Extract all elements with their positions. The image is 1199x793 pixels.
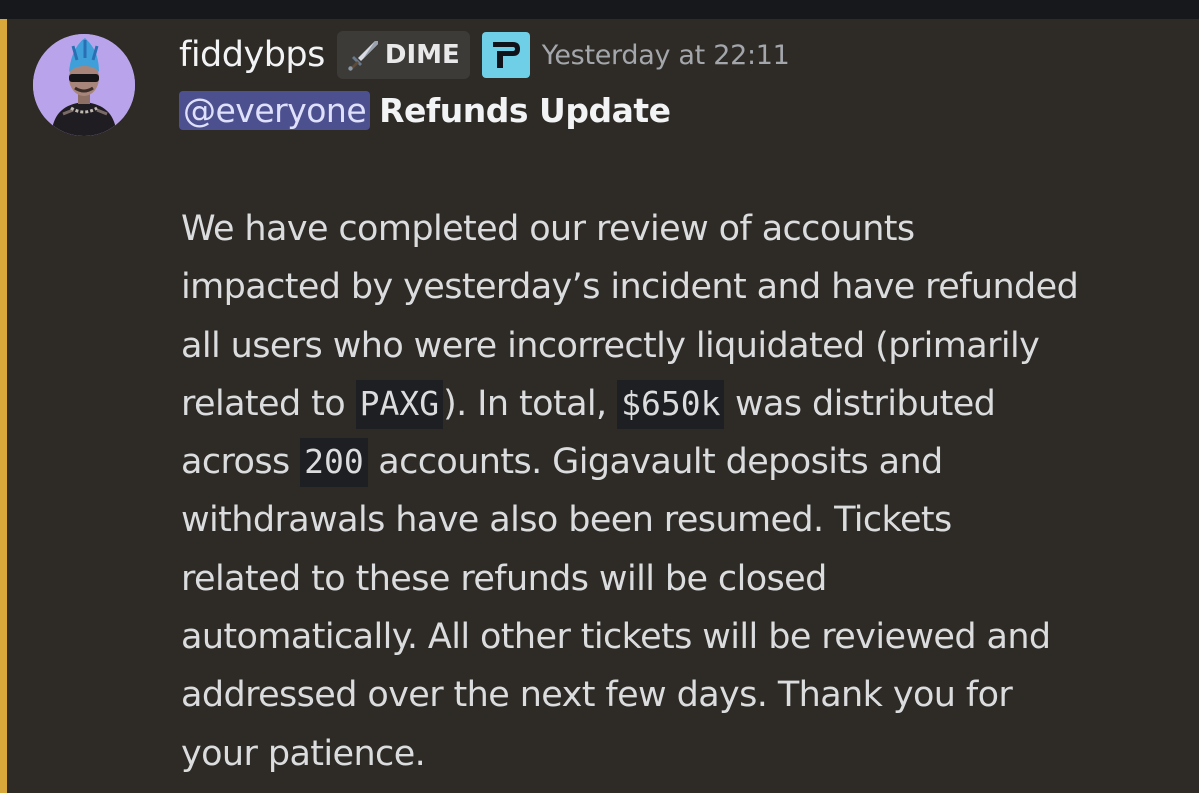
message-body: We have completed our review of accounts…	[181, 200, 1191, 783]
body-line: all users who were incorrectly liquidate…	[181, 325, 1040, 366]
sword-icon	[348, 41, 378, 71]
avatar-icon	[33, 34, 135, 136]
body-text: accounts. Gigavault deposits and	[367, 442, 943, 483]
chat-message: fiddybps DIME Yesterday at 22:11 @everyo…	[7, 19, 1199, 793]
body-line: across 200 accounts. Gigavault deposits …	[181, 433, 1191, 491]
highlight-accent-bar	[0, 19, 7, 793]
inline-code-amount: $650k	[617, 379, 725, 429]
body-line: impacted by yesterday’s incident and hav…	[181, 267, 1079, 308]
body-line: We have completed our review of accounts	[181, 209, 915, 249]
top-bar	[0, 0, 1199, 19]
body-text: across	[181, 442, 301, 483]
body-line: automatically. All other tickets will be…	[181, 617, 1051, 658]
message-header: fiddybps DIME Yesterday at 22:11	[179, 27, 790, 83]
username[interactable]: fiddybps	[179, 35, 325, 75]
avatar[interactable]	[33, 34, 135, 136]
body-text: related to	[181, 383, 356, 424]
inline-code-paxg: PAXG	[355, 379, 444, 429]
body-line: withdrawals have also been resumed. Tick…	[181, 500, 952, 541]
message-title-line: @everyone Refunds Update	[179, 85, 671, 135]
body-text: ). In total,	[443, 383, 618, 424]
guild-tag[interactable]: DIME	[336, 31, 470, 79]
message-title: Refunds Update	[379, 90, 671, 130]
role-badge[interactable]	[481, 32, 530, 78]
everyone-mention[interactable]: @everyone	[179, 90, 371, 130]
body-line: addressed over the next few days. Thank …	[181, 675, 1013, 716]
message-timestamp[interactable]: Yesterday at 22:11	[542, 40, 790, 71]
paradex-logo-icon	[492, 42, 520, 68]
body-line: related to these refunds will be closed	[181, 558, 827, 599]
body-line: related to PAXG). In total, $650k was di…	[181, 375, 1191, 433]
guild-tag-label: DIME	[384, 40, 460, 70]
body-text: was distributed	[724, 383, 996, 424]
body-line: your patience.	[181, 733, 426, 774]
inline-code-count: 200	[300, 438, 368, 488]
